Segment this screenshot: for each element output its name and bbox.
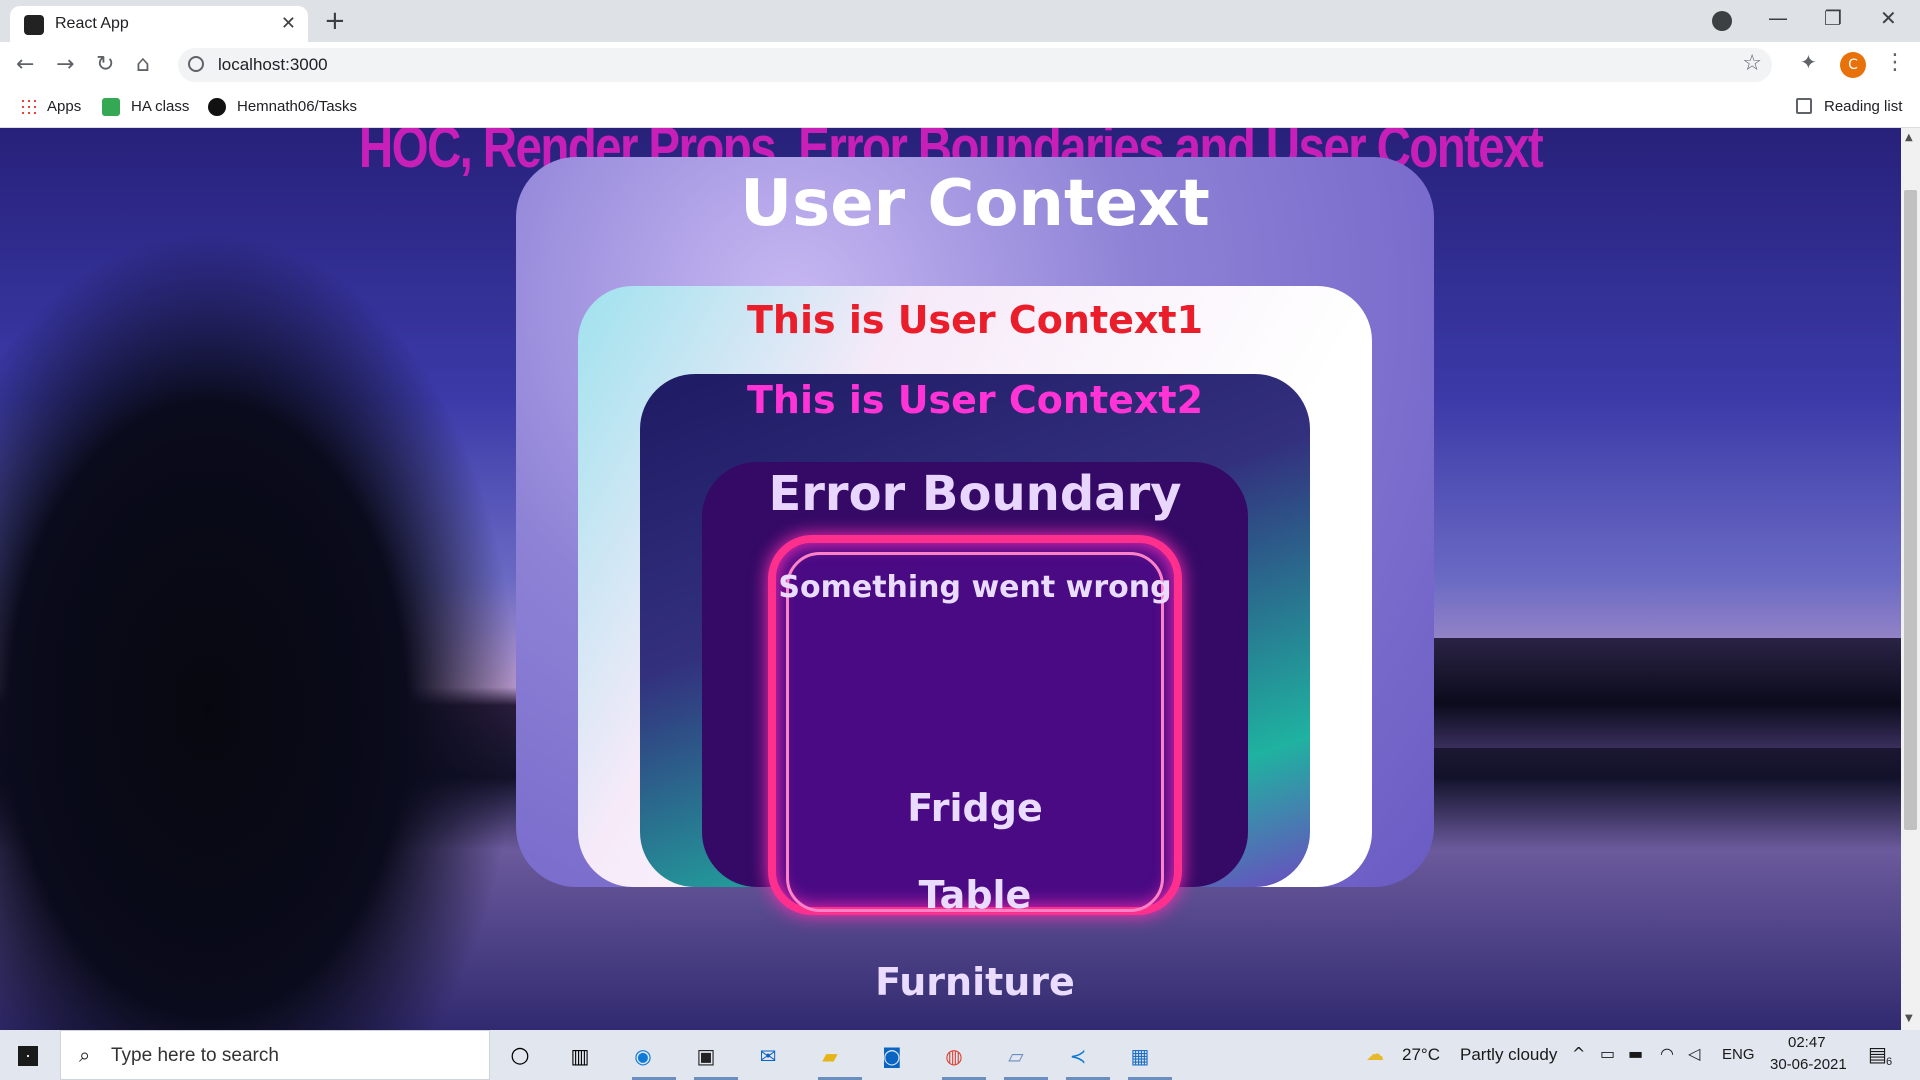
extensions-icon[interactable]: ✦	[1800, 50, 1817, 74]
item-fridge: Fridge	[907, 786, 1043, 830]
minimize-icon[interactable]: —	[1768, 6, 1788, 30]
item-furniture: Furniture	[875, 960, 1075, 1004]
scroll-down-icon[interactable]: ▼	[1905, 1013, 1913, 1024]
menu-icon[interactable]: ⋮	[1884, 50, 1906, 75]
error-message: Something went wrong	[778, 570, 1172, 605]
store-icon[interactable]: ▣	[688, 1038, 724, 1074]
dell-icon[interactable]: ◙	[874, 1038, 910, 1074]
weather-desc[interactable]: Partly cloudy	[1460, 1045, 1557, 1065]
background-trees	[0, 228, 520, 1030]
search-icon: ⌕	[79, 1043, 91, 1067]
taskbar-search[interactable]: ⌕ Type here to search	[60, 1030, 490, 1080]
bookmark-ha-class[interactable]: HA class	[131, 98, 189, 115]
github-icon[interactable]	[208, 98, 226, 116]
scroll-up-icon[interactable]: ▲	[1905, 132, 1913, 143]
mail-icon[interactable]: ✉	[750, 1038, 786, 1074]
user-context-title: User Context	[740, 167, 1210, 241]
restore-icon[interactable]: ❐	[1824, 6, 1842, 30]
file-explorer-icon[interactable]: ▰	[812, 1038, 848, 1074]
clock-time[interactable]: 02:47	[1788, 1034, 1826, 1051]
tab-title: React App	[55, 15, 129, 32]
site-info-icon[interactable]	[188, 56, 204, 72]
new-tab-button[interactable]: +	[324, 6, 346, 36]
cortana-icon[interactable]: ○	[502, 1038, 538, 1074]
meet-icon[interactable]: ▭	[1600, 1044, 1615, 1063]
notification-count: 6	[1886, 1056, 1893, 1068]
notification-icon[interactable]: ▤	[1868, 1042, 1887, 1066]
bookmark-star-icon[interactable]: ☆	[1742, 51, 1762, 76]
photos-icon[interactable]: ▦	[1122, 1038, 1158, 1074]
reading-list-button[interactable]: Reading list	[1824, 98, 1902, 115]
reload-icon[interactable]: ↻	[96, 52, 114, 77]
close-tab-icon[interactable]: ✕	[281, 13, 296, 34]
bookmark-hemnath-tasks[interactable]: Hemnath06/Tasks	[237, 98, 357, 115]
search-placeholder[interactable]: Type here to search	[111, 1045, 279, 1067]
windows-taskbar: ⌕ Type here to search ○ ▥ ◉ ▣ ✉ ▰ ◙ ◍ ▱ …	[0, 1030, 1920, 1080]
windows-start-icon[interactable]	[18, 1046, 38, 1066]
vscode-icon[interactable]: ≺	[1060, 1038, 1096, 1074]
classroom-icon[interactable]	[102, 98, 120, 116]
wifi-icon[interactable]: ◠	[1660, 1044, 1674, 1063]
bookmark-apps[interactable]: Apps	[47, 98, 81, 115]
user-context2-title: This is User Context2	[746, 378, 1204, 422]
scrollbar-thumb[interactable]	[1904, 190, 1917, 830]
tab-search-icon[interactable]	[1712, 11, 1732, 31]
neon-frame-inner	[786, 552, 1164, 912]
home-icon[interactable]: ⌂	[136, 52, 150, 77]
tab-strip: React App ✕ + — ❐ ✕	[0, 0, 1920, 42]
chrome-icon[interactable]: ◍	[936, 1038, 972, 1074]
chevron-up-icon[interactable]: ^	[1572, 1044, 1585, 1063]
profile-avatar[interactable]: C	[1840, 52, 1866, 78]
language-indicator[interactable]: ENG	[1722, 1046, 1755, 1063]
volume-icon[interactable]: ◁	[1688, 1044, 1700, 1063]
forward-icon[interactable]: →	[56, 52, 74, 77]
close-window-icon[interactable]: ✕	[1880, 6, 1897, 30]
clock-date[interactable]: 30-06-2021	[1770, 1056, 1847, 1073]
background-shore	[1430, 638, 1901, 748]
url-text[interactable]: localhost:3000	[218, 55, 328, 75]
weather-temp[interactable]: 27°C	[1402, 1045, 1440, 1065]
edge-icon[interactable]: ◉	[625, 1038, 661, 1074]
error-boundary-title: Error Boundary	[768, 466, 1182, 522]
user-context1-title: This is User Context1	[746, 298, 1204, 342]
browser-toolbar: ← → ↻ ⌂ localhost:3000 ☆	[0, 42, 1920, 88]
address-bar[interactable]: localhost:3000 ☆	[178, 48, 1772, 82]
item-table: Table	[918, 873, 1032, 917]
apps-grid-icon[interactable]	[20, 98, 38, 116]
bookmarks-bar: Apps HA class Hemnath06/Tasks Reading li…	[0, 88, 1920, 128]
react-favicon-icon	[24, 15, 44, 35]
reading-list-icon[interactable]	[1796, 98, 1812, 114]
browser-tab[interactable]: React App ✕	[10, 6, 308, 42]
weather-icon[interactable]: ☁	[1366, 1044, 1384, 1065]
snip-icon[interactable]: ▱	[998, 1038, 1034, 1074]
back-icon[interactable]: ←	[16, 52, 34, 77]
task-view-icon[interactable]: ▥	[562, 1038, 598, 1074]
battery-icon[interactable]: ▬	[1628, 1044, 1643, 1063]
